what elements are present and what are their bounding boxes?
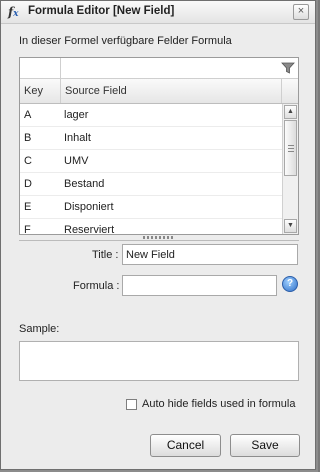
row-field: Bestand bbox=[64, 178, 105, 190]
filter-row bbox=[20, 58, 298, 79]
grid-resize-handle[interactable] bbox=[19, 236, 299, 241]
row-key: A bbox=[24, 109, 32, 121]
row-field: Inhalt bbox=[64, 132, 91, 144]
title-label: Title : bbox=[92, 249, 119, 261]
cancel-button[interactable]: Cancel bbox=[150, 434, 221, 457]
close-icon[interactable]: × bbox=[293, 4, 309, 20]
row-field: Disponiert bbox=[64, 201, 114, 213]
row-key: D bbox=[24, 178, 32, 190]
auto-hide-label[interactable]: Auto hide fields used in formula bbox=[142, 398, 295, 410]
row-key: C bbox=[24, 155, 32, 167]
filter-key-cell[interactable] bbox=[20, 58, 61, 78]
formula-editor-dialog: fx Formula Editor [New Field] × In diese… bbox=[0, 0, 316, 470]
scroll-down-icon[interactable]: ▼ bbox=[284, 219, 297, 233]
sample-label: Sample: bbox=[19, 323, 60, 335]
table-row[interactable]: Alager bbox=[20, 104, 282, 127]
table-row[interactable]: D Bestand bbox=[20, 173, 282, 196]
row-field: UMV bbox=[64, 155, 89, 167]
scroll-up-icon[interactable]: ▲ bbox=[284, 105, 297, 119]
formula-label: Formula : bbox=[73, 280, 120, 292]
title-input[interactable]: New Field bbox=[122, 244, 298, 265]
help-icon[interactable]: ? bbox=[282, 276, 298, 292]
row-key: E bbox=[24, 201, 32, 213]
row-field: lager bbox=[64, 109, 89, 121]
grid-scrollbar[interactable]: ▲ ▼ bbox=[282, 104, 298, 234]
row-key: F bbox=[24, 224, 31, 234]
table-row[interactable]: E Disponiert bbox=[20, 196, 282, 219]
table-row[interactable]: F Reserviert bbox=[20, 219, 282, 234]
dialog-title: Formula Editor [New Field] bbox=[28, 5, 175, 17]
filter-icon[interactable] bbox=[281, 61, 295, 75]
sample-preview-box bbox=[19, 341, 299, 381]
row-field: Reserviert bbox=[64, 224, 115, 234]
formula-input[interactable] bbox=[122, 275, 277, 296]
title-bar[interactable]: fx Formula Editor [New Field] × bbox=[1, 1, 315, 24]
auto-hide-checkbox[interactable] bbox=[126, 399, 137, 410]
fx-icon: fx bbox=[8, 5, 19, 19]
row-key: B bbox=[24, 132, 32, 144]
scroll-thumb[interactable] bbox=[284, 120, 297, 176]
grid-rows: Alager B Inhalt C UMV D Bestand E Disponiert… bbox=[20, 104, 282, 234]
table-row[interactable]: B Inhalt bbox=[20, 127, 282, 150]
grid-header: Key Source Field bbox=[20, 79, 298, 104]
fields-caption: In dieser Formel verfügbare Felder Formu… bbox=[19, 35, 232, 47]
table-row[interactable]: C UMV bbox=[20, 150, 282, 173]
save-button[interactable]: Save bbox=[230, 434, 300, 457]
available-fields-grid: Key Source Field Alager B Inhalt C UMV D Be… bbox=[19, 57, 299, 235]
column-header-key[interactable]: Key bbox=[20, 79, 61, 103]
column-header-source-field[interactable]: Source Field bbox=[61, 79, 282, 103]
